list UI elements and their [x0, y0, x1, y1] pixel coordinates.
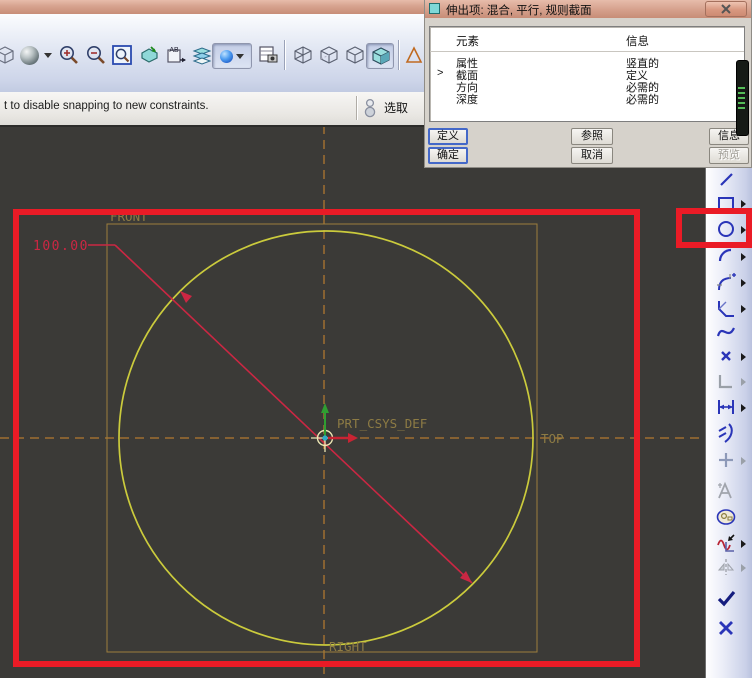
status-message: t to disable snapping to new constraints…: [4, 100, 209, 112]
shaded-sphere-icon[interactable]: [17, 43, 41, 67]
user-figure-icon: [362, 97, 378, 124]
rectangle-flyout-arrow[interactable]: [741, 200, 746, 208]
zoom-refit-icon[interactable]: [110, 43, 134, 67]
dialog-title: 伸出项: 混合, 平行, 规则截面: [446, 2, 592, 18]
dimension-flyout-arrow[interactable]: [741, 404, 746, 412]
zoom-out-icon[interactable]: [84, 43, 108, 67]
palette-tool-button[interactable]: [715, 506, 739, 530]
right-plane-label: RIGHT: [329, 639, 367, 654]
box-partial-icon[interactable]: [0, 43, 15, 67]
status-separator: [356, 96, 357, 120]
point-tool-button[interactable]: [715, 345, 739, 369]
sketch-canvas[interactable]: 100.00 FRONT TOP RIGHT PRT_CSYS_DEF: [0, 125, 752, 678]
chamfer-tool-button[interactable]: [715, 297, 739, 321]
close-icon: [721, 4, 731, 14]
edge-strip-lights: [738, 84, 745, 111]
shaded-display-button[interactable]: [366, 43, 394, 69]
fillet-tool-button[interactable]: [715, 271, 739, 295]
fillet-flyout-arrow[interactable]: [741, 279, 746, 287]
top-plane-label: TOP: [541, 431, 564, 446]
datum-partial-icon[interactable]: [402, 43, 426, 67]
element-table: 元素 信息 属性 竖直的 > 截面 定义 方向 必需的 深度 必需的: [429, 26, 745, 122]
protrusion-dialog: 伸出项: 混合, 平行, 规则截面 元素 信息 属性 竖直的 > 截面 定义 方…: [424, 0, 752, 168]
hidden-line-display-icon[interactable]: [316, 43, 340, 67]
table-row-info: 必需的: [626, 91, 659, 107]
sphere-dropdown-icon[interactable]: [42, 43, 54, 67]
dimension-line[interactable]: [115, 245, 472, 583]
circle-tool-highlight-box: [676, 208, 752, 248]
dialog-close-button[interactable]: [705, 1, 747, 17]
trim-tool-button[interactable]: [715, 532, 739, 556]
app-window: 100.00 FRONT TOP RIGHT PRT_CSYS_DEF: [0, 0, 752, 678]
done-button[interactable]: [715, 587, 739, 611]
layers-icon[interactable]: [190, 43, 214, 67]
saved-views-button[interactable]: [212, 43, 252, 69]
toolbar-separator: [398, 40, 399, 70]
preview-button: 预览: [709, 147, 749, 164]
csys-label: PRT_CSYS_DEF: [337, 416, 427, 431]
reorient-icon[interactable]: AB: [164, 43, 188, 67]
spline-tool-button[interactable]: [715, 321, 739, 345]
no-hidden-display-icon[interactable]: [342, 43, 366, 67]
wireframe-display-icon[interactable]: [290, 43, 314, 67]
mirror-tool-button: [715, 556, 739, 580]
chamfer-flyout-arrow[interactable]: [741, 305, 746, 313]
zoom-in-icon[interactable]: [57, 43, 81, 67]
shaded-display-icon: [369, 45, 391, 67]
cancel-button[interactable]: 取消: [571, 147, 613, 164]
csys-origin-dot: [322, 435, 327, 440]
toolbar-separator: [284, 40, 285, 70]
quit-button[interactable]: [715, 617, 739, 641]
view-manager-icon[interactable]: [256, 43, 280, 67]
column-header-element: 元素: [456, 33, 479, 49]
dialog-titlebar[interactable]: 伸出项: 混合, 平行, 规则截面: [425, 0, 751, 18]
select-prompt[interactable]: 选取: [384, 99, 408, 116]
edge-strip: [736, 60, 749, 136]
line-tool-button[interactable]: [715, 168, 739, 192]
dimension-arrowhead-upper: [180, 291, 192, 303]
coordinate-system-flyout-arrow: [741, 378, 746, 386]
ok-button[interactable]: 确定: [428, 147, 468, 164]
trim-flyout-arrow[interactable]: [741, 540, 746, 548]
header-separator: [430, 51, 744, 52]
saved-views-dropdown-icon: [236, 54, 244, 59]
arc-tool-button[interactable]: [715, 245, 739, 269]
references-button[interactable]: 参照: [571, 128, 613, 145]
coordinate-system-tool-button: [715, 370, 739, 394]
point-flyout-arrow[interactable]: [741, 353, 746, 361]
dimension-tool-button[interactable]: [715, 396, 739, 420]
redraw-icon[interactable]: [137, 43, 161, 67]
table-row-element[interactable]: 深度: [456, 91, 478, 107]
dimension-value[interactable]: 100.00: [33, 239, 89, 254]
mirror-flyout-arrow: [741, 564, 746, 572]
selected-row-marker: >: [437, 67, 443, 79]
dialog-icon: [429, 3, 440, 14]
text-tool-button: [715, 480, 739, 504]
define-button[interactable]: 定义: [428, 128, 468, 145]
saved-views-icon: [220, 50, 233, 63]
constraint-tool-button: [715, 449, 739, 473]
arc-flyout-arrow[interactable]: [741, 253, 746, 261]
svg-text:AB: AB: [169, 47, 179, 54]
column-header-info: 信息: [626, 33, 649, 49]
modify-tool-button[interactable]: [715, 422, 739, 446]
constraint-flyout-arrow: [741, 457, 746, 465]
